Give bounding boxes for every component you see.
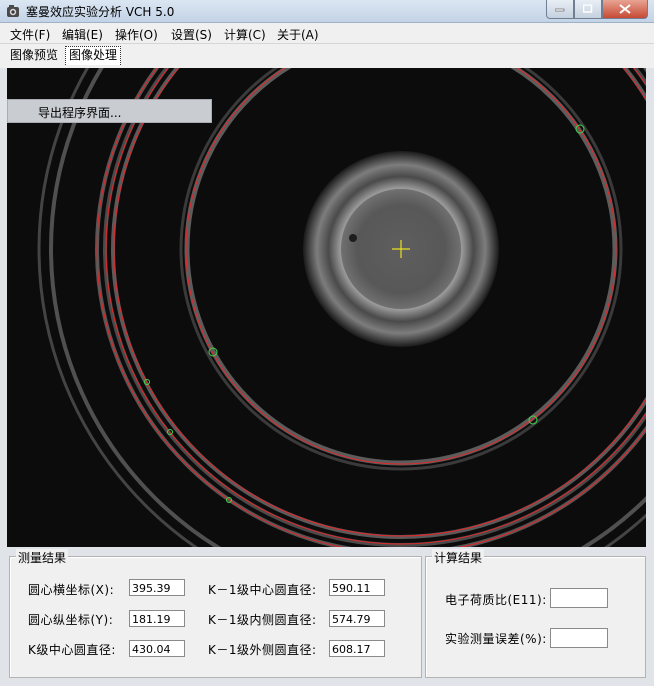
menu-calculate[interactable]: 计算(C) <box>224 26 266 43</box>
minimize-icon <box>555 8 565 12</box>
k1-inner-field[interactable]: 574.79 <box>329 610 385 627</box>
maximize-button[interactable] <box>574 0 602 19</box>
k-center-label: K级中心圆直径: <box>28 643 116 657</box>
k1-outer-label: K－1级外侧圆直径: <box>208 643 317 657</box>
menu-bar: 文件(F) 编辑(E) 操作(O) 设置(S) 计算(C) 关于(A) <box>0 23 654 44</box>
menu-edit[interactable]: 编辑(E) <box>62 26 103 43</box>
maximize-icon <box>583 4 593 13</box>
k1-center-label: K－1级中心圆直径: <box>208 583 317 597</box>
em-ratio-field[interactable] <box>550 588 608 608</box>
close-button[interactable] <box>602 0 648 19</box>
app-icon <box>7 5 19 17</box>
title-bar: 塞曼效应实验分析 VCH 5.0 <box>0 0 654 23</box>
calc-results-title: 计算结果 <box>432 549 485 566</box>
error-label: 实验测量误差(%): <box>445 632 547 646</box>
k1-center-field[interactable]: 590.11 <box>329 579 385 596</box>
image-canvas[interactable] <box>7 68 646 547</box>
close-icon <box>619 4 631 14</box>
k1-inner-label: K－1级内侧圆直径: <box>208 613 317 627</box>
center-x-label: 圆心横坐标(X): <box>28 583 115 597</box>
error-field[interactable] <box>550 628 608 648</box>
minimize-button[interactable] <box>546 0 574 19</box>
menu-settings[interactable]: 设置(S) <box>171 26 212 43</box>
center-y-field[interactable]: 181.19 <box>129 610 185 627</box>
em-ratio-label: 电子荷质比(E11): <box>445 593 547 607</box>
export-ui-menu-item[interactable]: 导出程序界面... <box>38 104 121 121</box>
measure-results-panel: 测量结果 圆心横坐标(X): 395.39 圆心纵坐标(Y): 181.19 K… <box>9 549 422 678</box>
menu-operate[interactable]: 操作(O) <box>115 26 158 43</box>
tab-strip: 图像预览 图像处理 <box>0 44 654 68</box>
window-title: 塞曼效应实验分析 VCH 5.0 <box>26 5 175 19</box>
measure-results-title: 测量结果 <box>16 549 69 566</box>
k-center-field[interactable]: 430.04 <box>129 640 185 657</box>
calc-results-panel: 计算结果 电子荷质比(E11): 实验测量误差(%): <box>425 549 646 678</box>
menu-about[interactable]: 关于(A) <box>277 26 319 43</box>
center-x-field[interactable]: 395.39 <box>129 579 185 596</box>
fringe-image <box>7 68 646 547</box>
center-y-label: 圆心纵坐标(Y): <box>28 613 114 627</box>
tab-image-preview[interactable]: 图像预览 <box>7 47 61 64</box>
k1-outer-field[interactable]: 608.17 <box>329 640 385 657</box>
tab-image-processing[interactable]: 图像处理 <box>65 46 122 65</box>
context-menu: 导出程序界面... <box>7 99 212 123</box>
menu-file[interactable]: 文件(F) <box>10 26 50 43</box>
